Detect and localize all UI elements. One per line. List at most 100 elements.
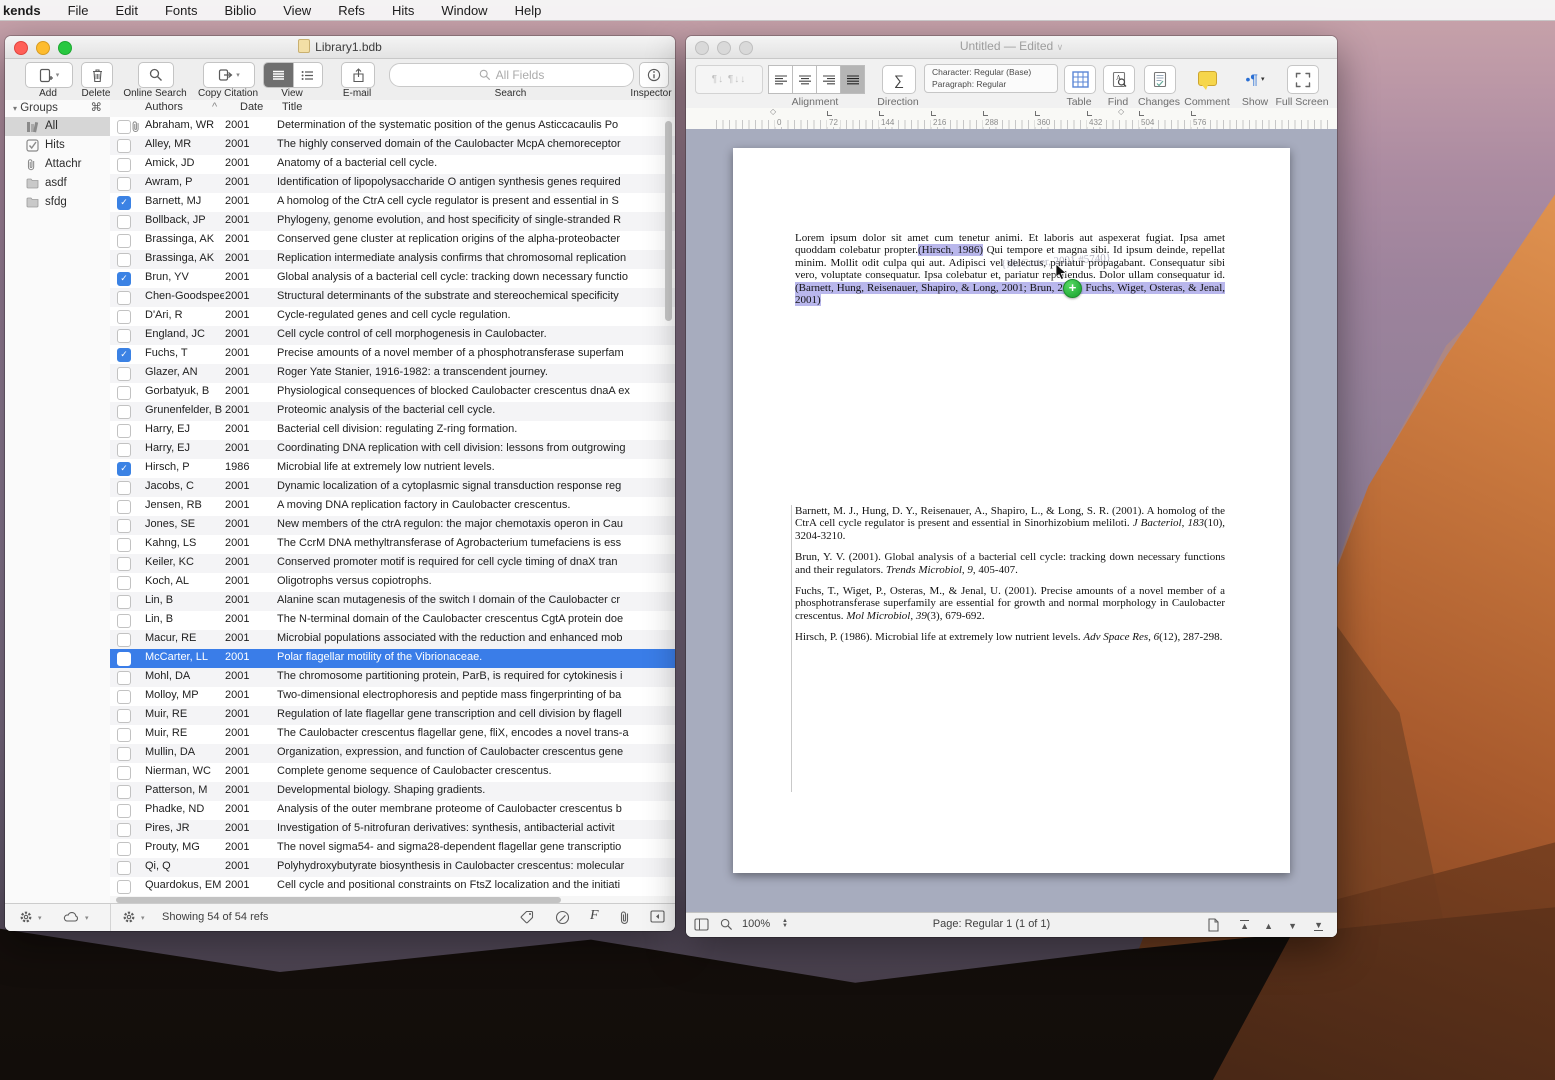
table-row[interactable]: Glazer, AN2001Roger Yate Stanier, 1916-1… bbox=[110, 364, 675, 383]
document-page[interactable]: Lorem ipsum dolor sit amet cum tenetur a… bbox=[733, 148, 1290, 873]
next-page-icon[interactable]: ▼ bbox=[1288, 921, 1297, 931]
row-checkbox[interactable] bbox=[117, 576, 131, 590]
row-checkbox[interactable]: ✓ bbox=[117, 462, 131, 476]
go-to-bottom-icon[interactable]: ▼ bbox=[1314, 920, 1323, 931]
zoom-stepper[interactable]: ▲▼ bbox=[782, 919, 788, 929]
row-checkbox[interactable] bbox=[117, 139, 131, 153]
row-checkbox[interactable] bbox=[117, 880, 131, 894]
email-button[interactable] bbox=[341, 62, 375, 88]
sidebar-item-sfdg[interactable]: sfdg bbox=[5, 193, 110, 212]
table-row[interactable]: Chen-Goodspee2001Structural determinants… bbox=[110, 288, 675, 307]
table-row[interactable]: Grunenfelder, B2001Proteomic analysis of… bbox=[110, 402, 675, 421]
table-row[interactable]: Pires, JR2001Investigation of 5-nitrofur… bbox=[110, 820, 675, 839]
table-row[interactable]: Lin, B2001The N-terminal domain of the C… bbox=[110, 611, 675, 630]
sidebar-toggle-icon[interactable] bbox=[650, 910, 665, 923]
menu-item-biblio[interactable]: Biblio bbox=[224, 3, 256, 18]
row-checkbox[interactable] bbox=[117, 291, 131, 305]
row-checkbox[interactable] bbox=[117, 652, 131, 666]
table-row[interactable]: Koch, AL2001Oligotrophs versus copiotrop… bbox=[110, 573, 675, 592]
menu-item-refs[interactable]: Refs bbox=[338, 3, 365, 18]
alignment-segmented-control[interactable] bbox=[769, 65, 865, 94]
view-segmented-control[interactable] bbox=[263, 62, 323, 88]
align-right-icon[interactable] bbox=[816, 65, 841, 94]
table-row[interactable]: ✓Brun, YV2001Global analysis of a bacter… bbox=[110, 269, 675, 288]
row-checkbox[interactable] bbox=[117, 367, 131, 381]
row-checkbox[interactable] bbox=[117, 443, 131, 457]
row-checkbox[interactable] bbox=[117, 329, 131, 343]
row-checkbox[interactable] bbox=[117, 785, 131, 799]
fullscreen-button[interactable] bbox=[1287, 65, 1319, 94]
groups-header[interactable]: ▾ Groups ⌘ bbox=[5, 100, 110, 117]
row-checkbox[interactable] bbox=[117, 519, 131, 533]
table-header[interactable]: Authors ^ Date Title bbox=[110, 100, 675, 118]
tab-stop-marker[interactable] bbox=[1191, 111, 1196, 116]
edit-pencil-icon[interactable] bbox=[555, 910, 570, 925]
row-checkbox[interactable] bbox=[117, 728, 131, 742]
row-checkbox[interactable] bbox=[117, 424, 131, 438]
row-checkbox[interactable] bbox=[117, 310, 131, 324]
cloud-sync-icon[interactable] bbox=[63, 910, 80, 923]
table-row[interactable]: Patterson, M2001Developmental biology. S… bbox=[110, 782, 675, 801]
copy-citation-button[interactable]: ▾ bbox=[203, 62, 255, 88]
table-row[interactable]: Harry, EJ2001Coordinating DNA replicatio… bbox=[110, 440, 675, 459]
row-checkbox[interactable] bbox=[117, 386, 131, 400]
row-checkbox[interactable] bbox=[117, 690, 131, 704]
row-checkbox[interactable] bbox=[117, 215, 131, 229]
table-row[interactable]: Amick, JD2001Anatomy of a bacterial cell… bbox=[110, 155, 675, 174]
column-title[interactable]: Title bbox=[282, 101, 302, 113]
tab-stop-marker[interactable] bbox=[827, 111, 832, 116]
table-row[interactable]: Nierman, WC2001Complete genome sequence … bbox=[110, 763, 675, 782]
tab-stop-marker[interactable] bbox=[1087, 111, 1092, 116]
table-row[interactable]: Qi, Q2001Polyhydroxybutyrate biosynthesi… bbox=[110, 858, 675, 877]
table-row[interactable]: D'Ari, R2001Cycle-regulated genes and ce… bbox=[110, 307, 675, 326]
row-checkbox[interactable] bbox=[117, 538, 131, 552]
table-row[interactable]: Mullin, DA2001Organization, expression, … bbox=[110, 744, 675, 763]
row-checkbox[interactable]: ✓ bbox=[117, 196, 131, 210]
sidebar-item-all[interactable]: All bbox=[5, 117, 110, 136]
table-row[interactable]: Mohl, DA2001The chromosome partitioning … bbox=[110, 668, 675, 687]
sidebar-toggle-icon[interactable] bbox=[694, 918, 709, 931]
align-center-icon[interactable] bbox=[792, 65, 817, 94]
tab-stop-marker[interactable] bbox=[931, 111, 936, 116]
gear-menu-icon[interactable] bbox=[19, 910, 33, 924]
align-left-icon[interactable] bbox=[768, 65, 793, 94]
right-margin-marker[interactable]: ◇ bbox=[1118, 107, 1124, 116]
style-indicator[interactable]: Character: Regular (Base) Paragraph: Reg… bbox=[924, 64, 1058, 93]
row-checkbox[interactable] bbox=[117, 595, 131, 609]
table-row[interactable]: ✓Barnett, MJ2001A homolog of the CtrA ce… bbox=[110, 193, 675, 212]
row-checkbox[interactable] bbox=[117, 158, 131, 172]
row-checkbox[interactable] bbox=[117, 861, 131, 875]
table-row[interactable]: Gorbatyuk, B2001Physiological consequenc… bbox=[110, 383, 675, 402]
row-checkbox[interactable] bbox=[117, 120, 131, 134]
row-checkbox[interactable] bbox=[117, 823, 131, 837]
row-checkbox[interactable] bbox=[117, 614, 131, 628]
tab-stop-marker[interactable] bbox=[879, 111, 884, 116]
formatting-icon[interactable]: F bbox=[590, 908, 599, 924]
tab-stop-marker[interactable] bbox=[1139, 111, 1144, 116]
row-checkbox[interactable] bbox=[117, 709, 131, 723]
table-row[interactable]: Phadke, ND2001Analysis of the outer memb… bbox=[110, 801, 675, 820]
changes-button[interactable] bbox=[1144, 65, 1176, 94]
table-row[interactable]: Molloy, MP2001Two-dimensional electropho… bbox=[110, 687, 675, 706]
sidebar-item-hits[interactable]: Hits bbox=[5, 136, 110, 155]
new-page-icon[interactable] bbox=[1208, 918, 1219, 932]
row-checkbox[interactable] bbox=[117, 747, 131, 761]
row-checkbox[interactable] bbox=[117, 804, 131, 818]
table-row[interactable]: Awram, P2001Identification of lipopolysa… bbox=[110, 174, 675, 193]
zoom-level[interactable]: 100% bbox=[742, 918, 770, 930]
menu-item-help[interactable]: Help bbox=[515, 3, 542, 18]
table-row[interactable]: Brassinga, AK2001Conserved gene cluster … bbox=[110, 231, 675, 250]
table-row[interactable]: Jacobs, C2001Dynamic localization of a c… bbox=[110, 478, 675, 497]
table-row[interactable]: Keiler, KC2001Conserved promoter motif i… bbox=[110, 554, 675, 573]
table-row[interactable]: Abraham, WR2001Determination of the syst… bbox=[110, 117, 675, 136]
previous-page-icon[interactable]: ▲ bbox=[1264, 921, 1273, 931]
vertical-scrollbar-thumb[interactable] bbox=[665, 121, 672, 321]
view-detail-icon[interactable] bbox=[293, 63, 323, 87]
row-checkbox[interactable] bbox=[117, 405, 131, 419]
paperclip-icon[interactable] bbox=[619, 910, 631, 925]
row-checkbox[interactable] bbox=[117, 481, 131, 495]
table-row[interactable]: Prouty, MG2001The novel sigma54- and sig… bbox=[110, 839, 675, 858]
row-checkbox[interactable] bbox=[117, 633, 131, 647]
table-row[interactable]: Kahng, LS2001The CcrM DNA methyltransfer… bbox=[110, 535, 675, 554]
row-checkbox[interactable]: ✓ bbox=[117, 348, 131, 362]
